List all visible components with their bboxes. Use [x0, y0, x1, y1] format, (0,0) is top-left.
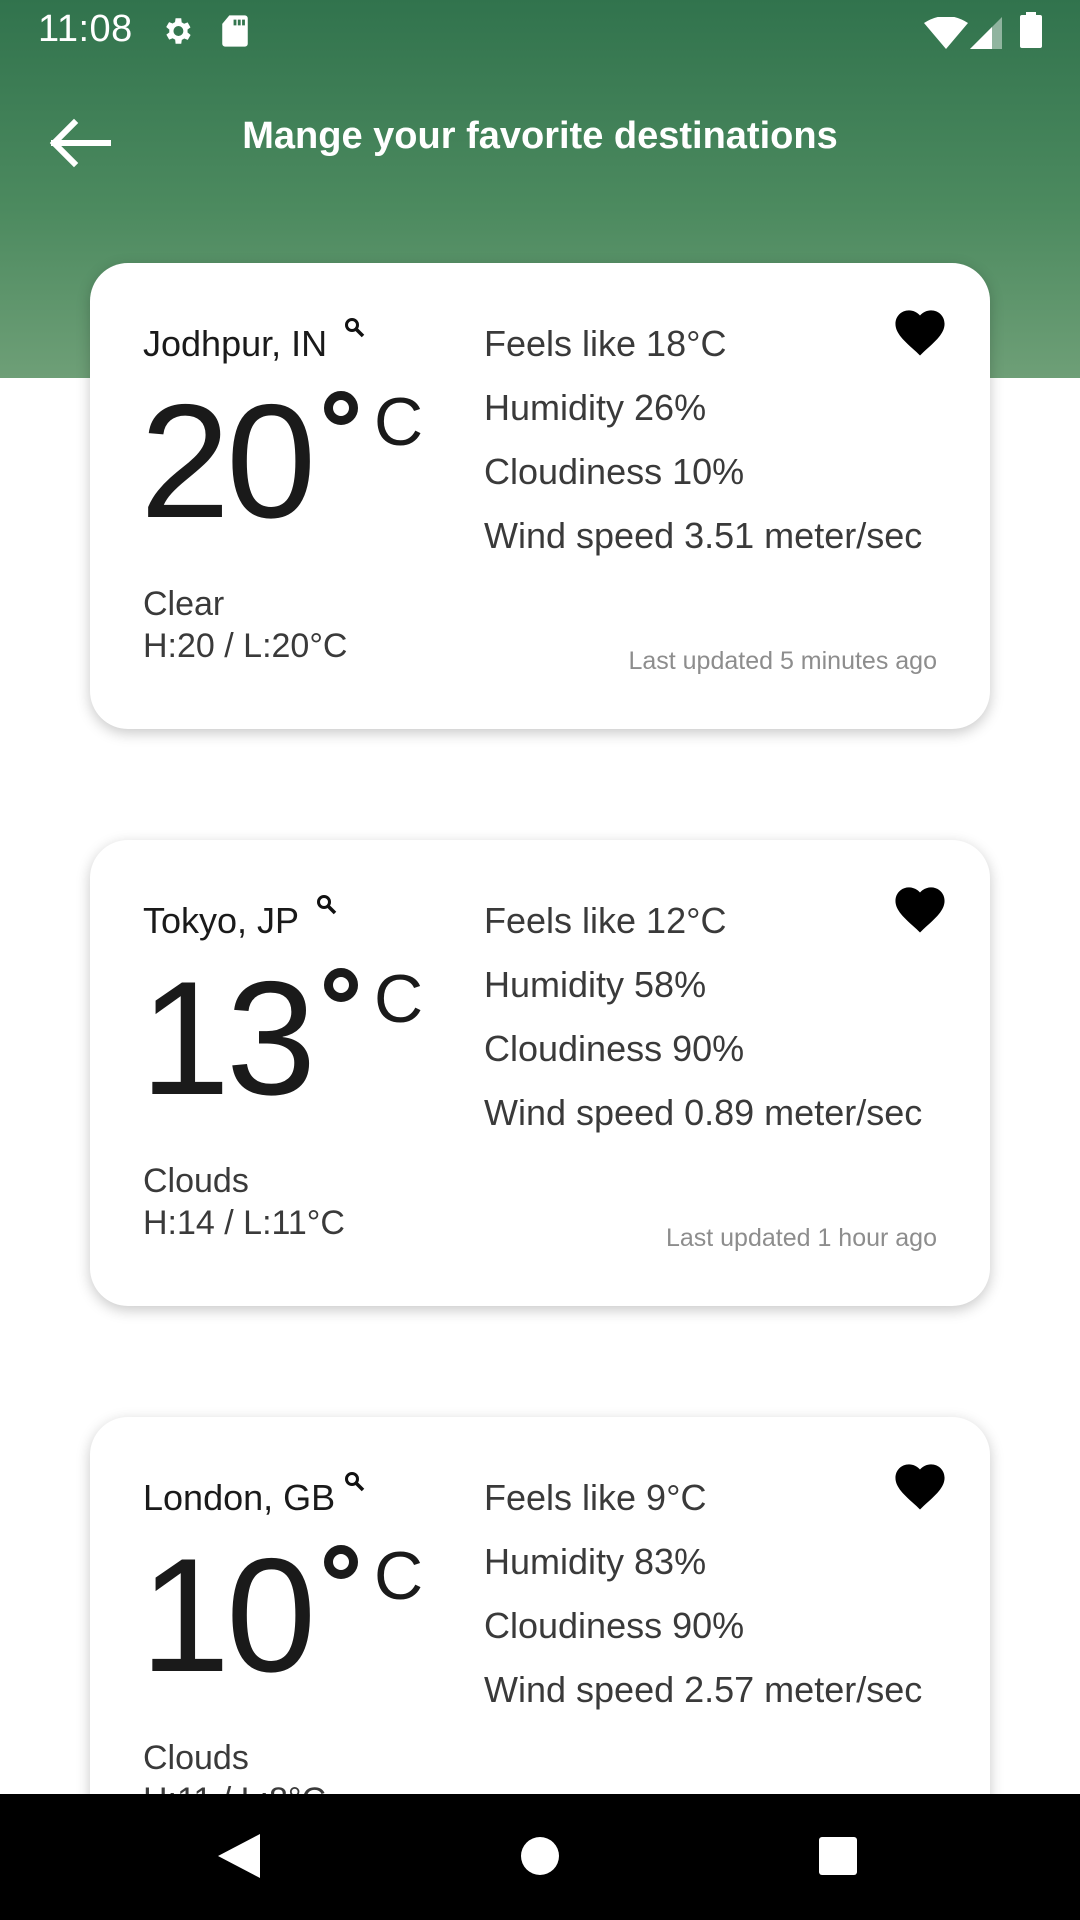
search-icon[interactable] — [344, 317, 366, 339]
high-low-temperature: H:20 / L:20°C — [143, 627, 348, 665]
cloudiness: Cloudiness 90% — [484, 1605, 745, 1646]
humidity: Humidity 26% — [484, 387, 707, 428]
high-low-temperature: H:14 / L:11°C — [143, 1204, 345, 1242]
temperature-unit: C — [374, 961, 424, 1037]
home-circle-icon[interactable] — [510, 1826, 570, 1886]
wind-speed: Wind speed 3.51 meter/sec — [484, 515, 923, 556]
weather-condition: Clouds — [143, 1162, 249, 1200]
signal-icon — [970, 16, 1002, 59]
destination-card[interactable]: Tokyo, JP 13 C Clouds H:14 / L:11°C Feel… — [90, 840, 990, 1306]
degree-symbol — [324, 968, 358, 1002]
degree-symbol — [324, 1545, 358, 1579]
recents-square-icon[interactable] — [808, 1826, 868, 1886]
temperature-value: 20 — [140, 371, 316, 552]
weather-condition: Clear — [143, 585, 225, 623]
favorite-heart-icon[interactable] — [890, 880, 950, 934]
city-name: London, GB — [143, 1477, 336, 1518]
page-title: Mange your favorite destinations — [242, 115, 838, 157]
battery-icon — [1020, 12, 1042, 58]
favorite-heart-icon[interactable] — [890, 303, 950, 357]
temperature-value: 13 — [140, 948, 316, 1129]
temperature-value: 10 — [140, 1525, 316, 1706]
feels-like: Feels like 18°C — [484, 323, 727, 364]
back-triangle-icon[interactable] — [210, 1826, 270, 1886]
feels-like: Feels like 12°C — [484, 900, 727, 941]
destination-card[interactable]: Jodhpur, IN 20 C Clear H:20 / L:20°C Fee… — [90, 263, 990, 729]
system-navigation-bar — [0, 1794, 1080, 1920]
city-name: Jodhpur, IN — [143, 323, 328, 364]
humidity: Humidity 83% — [484, 1541, 707, 1582]
wind-speed: Wind speed 0.89 meter/sec — [484, 1092, 923, 1133]
last-updated: Last updated 1 hour ago — [665, 1224, 937, 1252]
wifi-icon — [924, 16, 968, 59]
temperature-unit: C — [374, 384, 424, 460]
status-time: 11:08 — [38, 8, 133, 50]
weather-condition: Clouds — [143, 1739, 249, 1777]
degree-symbol — [324, 391, 358, 425]
gear-icon — [160, 14, 194, 58]
sd-card-icon — [220, 14, 250, 58]
search-icon[interactable] — [316, 894, 338, 916]
temperature-unit: C — [374, 1538, 424, 1614]
wind-speed: Wind speed 2.57 meter/sec — [484, 1669, 923, 1710]
search-icon[interactable] — [344, 1471, 366, 1493]
city-name: Tokyo, JP — [143, 900, 300, 941]
status-bar: 11:08 — [0, 0, 1080, 62]
last-updated: Last updated 5 minutes ago — [628, 647, 937, 675]
humidity: Humidity 58% — [484, 964, 707, 1005]
cloudiness: Cloudiness 10% — [484, 451, 745, 492]
feels-like: Feels like 9°C — [484, 1477, 707, 1518]
cloudiness: Cloudiness 90% — [484, 1028, 745, 1069]
favorite-heart-icon[interactable] — [890, 1457, 950, 1511]
